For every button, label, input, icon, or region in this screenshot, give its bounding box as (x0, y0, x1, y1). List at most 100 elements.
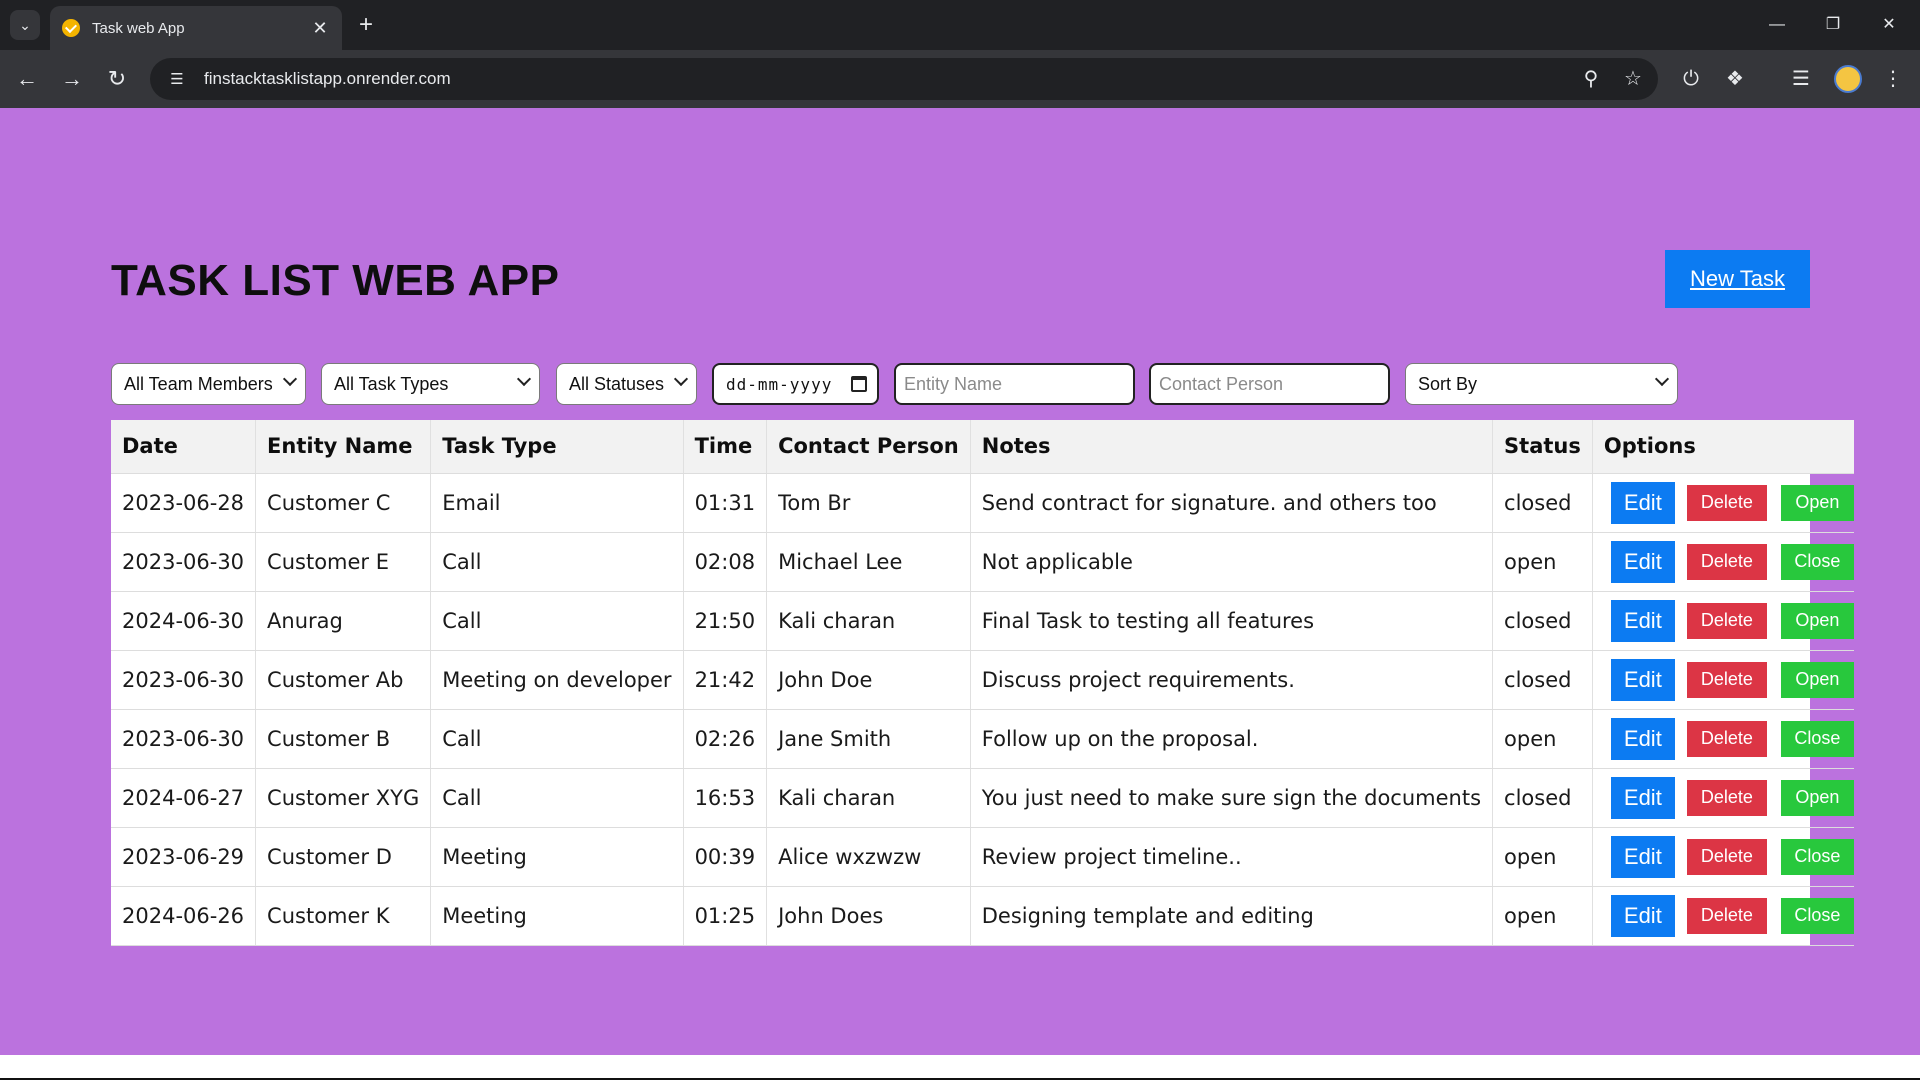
kebab-menu-icon[interactable]: ⋮ (1878, 64, 1908, 94)
power-extension-icon[interactable]: ⏻ (1676, 64, 1706, 94)
column-header-entity-name[interactable]: Entity Name (255, 420, 432, 474)
delete-button[interactable]: Delete (1686, 661, 1767, 698)
column-header-status[interactable]: Status (1492, 420, 1593, 474)
cell-entity-name: Customer XYG (255, 768, 432, 828)
status-select[interactable]: All Statuses (556, 363, 697, 405)
entity-name-input[interactable] (896, 365, 1133, 403)
browser-tab[interactable]: Task web App ✕ (50, 6, 342, 50)
tab-search-button[interactable]: ⌄ (10, 10, 40, 40)
delete-button[interactable]: Delete (1686, 897, 1767, 934)
edit-button[interactable]: Edit (1610, 835, 1675, 878)
toggle-status-button[interactable]: Open (1780, 484, 1854, 521)
address-bar[interactable]: ☰ finstacktasklistapp.onrender.com ⚲ ☆ (150, 58, 1658, 100)
cell-date: 2024-06-26 (111, 886, 257, 946)
table-row: 2023-06-30 Customer E Call 02:08 Michael… (111, 532, 1854, 592)
toggle-status-button[interactable]: Close (1780, 897, 1854, 934)
cell-contact-person: Tom Br (766, 473, 971, 533)
cell-contact-person: Kali charan (766, 768, 971, 828)
browser-tab-bar: ⌄ Task web App ✕ + — ❐ ✕ (0, 0, 1920, 50)
edit-button[interactable]: Edit (1610, 481, 1675, 524)
cell-date: 2024-06-30 (111, 591, 257, 651)
close-icon: ✕ (1882, 16, 1896, 33)
cell-status: closed (1492, 768, 1593, 828)
edit-button[interactable]: Edit (1610, 717, 1675, 760)
tab-title: Task web App (92, 19, 185, 37)
cell-options: Edit Delete Open (1592, 591, 1854, 651)
table-row: 2023-06-28 Customer C Email 01:31 Tom Br… (111, 473, 1854, 533)
back-button[interactable]: ← (12, 64, 42, 94)
cell-task-type: Email (430, 473, 684, 533)
new-tab-button[interactable]: + (354, 12, 378, 38)
minimize-icon: — (1769, 16, 1785, 33)
cell-entity-name: Customer K (255, 886, 432, 946)
contact-person-field[interactable] (1149, 363, 1390, 405)
cell-notes: Follow up on the proposal. (970, 709, 1494, 769)
edit-button[interactable]: Edit (1610, 599, 1675, 642)
reload-button[interactable]: ↻ (102, 64, 132, 94)
cell-date: 2023-06-30 (111, 650, 257, 710)
cell-task-type: Call (430, 532, 684, 592)
page-title: TASK LIST WEB APP (111, 256, 560, 305)
extensions-puzzle-icon[interactable]: ❖ (1720, 64, 1750, 94)
minimize-button[interactable]: — (1762, 12, 1792, 38)
profile-avatar[interactable] (1834, 65, 1862, 93)
contact-person-input[interactable] (1151, 365, 1388, 403)
edit-button[interactable]: Edit (1610, 540, 1675, 583)
cell-task-type: Call (430, 768, 684, 828)
cell-status: open (1492, 827, 1593, 887)
status-select-value: All Statuses (569, 373, 665, 394)
cell-task-type: Meeting (430, 827, 684, 887)
cell-task-type: Call (430, 709, 684, 769)
entity-name-field[interactable] (894, 363, 1135, 405)
edit-button[interactable]: Edit (1610, 776, 1675, 819)
toggle-status-button[interactable]: Close (1780, 720, 1854, 757)
table-row: 2023-06-30 Customer Ab Meeting on develo… (111, 650, 1854, 710)
cell-contact-person: Alice wxzwzw (766, 827, 971, 887)
delete-button[interactable]: Delete (1686, 484, 1767, 521)
calendar-icon[interactable] (851, 376, 867, 392)
close-icon[interactable]: ✕ (310, 18, 330, 39)
delete-button[interactable]: Delete (1686, 838, 1767, 875)
delete-button[interactable]: Delete (1686, 602, 1767, 639)
column-header-contact-person[interactable]: Contact Person (766, 420, 971, 474)
cell-contact-person: John Doe (766, 650, 971, 710)
table-row: 2023-06-29 Customer D Meeting 00:39 Alic… (111, 827, 1854, 887)
toggle-status-button[interactable]: Close (1780, 838, 1854, 875)
cell-status: open (1492, 886, 1593, 946)
delete-button[interactable]: Delete (1686, 779, 1767, 816)
column-header-time[interactable]: Time (683, 420, 768, 474)
column-header-notes[interactable]: Notes (970, 420, 1494, 474)
toggle-status-button[interactable]: Open (1780, 779, 1854, 816)
column-header-task-type[interactable]: Task Type (430, 420, 684, 474)
team-member-select[interactable]: All Team Members (111, 363, 306, 405)
edit-button[interactable]: Edit (1610, 894, 1675, 937)
cell-entity-name: Customer D (255, 827, 432, 887)
date-input[interactable]: dd-mm-yyyy (712, 363, 879, 405)
team-member-select-value: All Team Members (124, 373, 273, 394)
toggle-status-button[interactable]: Open (1780, 661, 1854, 698)
restore-button[interactable]: ❐ (1818, 12, 1848, 38)
url-text[interactable]: finstacktasklistapp.onrender.com (204, 69, 1574, 89)
sort-by-select[interactable]: Sort By (1405, 363, 1678, 405)
edit-button[interactable]: Edit (1610, 658, 1675, 701)
column-header-date[interactable]: Date (111, 420, 257, 474)
new-task-button[interactable]: New Task (1665, 250, 1810, 308)
media-controls-icon[interactable]: ☰ (1786, 64, 1816, 94)
cell-contact-person: Jane Smith (766, 709, 971, 769)
toggle-status-button[interactable]: Open (1780, 602, 1854, 639)
date-input-placeholder: dd-mm-yyyy (726, 374, 833, 394)
task-type-select[interactable]: All Task Types (321, 363, 540, 405)
cell-contact-person: John Does (766, 886, 971, 946)
star-icon[interactable]: ☆ (1616, 64, 1650, 94)
site-info-icon[interactable]: ☰ (162, 64, 192, 94)
forward-button[interactable]: → (57, 64, 87, 94)
cell-entity-name: Customer E (255, 532, 432, 592)
delete-button[interactable]: Delete (1686, 720, 1767, 757)
toggle-status-button[interactable]: Close (1780, 543, 1854, 580)
delete-button[interactable]: Delete (1686, 543, 1767, 580)
table-row: 2023-06-30 Customer B Call 02:26 Jane Sm… (111, 709, 1854, 769)
cell-contact-person: Kali charan (766, 591, 971, 651)
cell-notes: Not applicable (970, 532, 1494, 592)
zoom-icon[interactable]: ⚲ (1574, 64, 1608, 94)
window-close-button[interactable]: ✕ (1874, 12, 1904, 38)
